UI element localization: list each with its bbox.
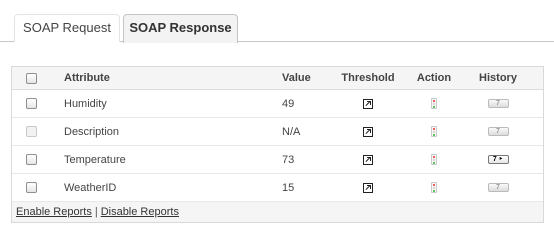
attribute-name: Temperature (64, 153, 126, 166)
header-value: Value (282, 72, 311, 84)
enable-reports-link[interactable]: Enable Reports (16, 206, 92, 218)
threshold-edit-icon[interactable] (363, 154, 373, 165)
table-header-row: Attribute Value Threshold Action History (12, 67, 543, 90)
attribute-value: N/A (282, 125, 301, 138)
row-checkbox[interactable] (26, 154, 37, 165)
row-checkbox (26, 126, 37, 137)
table-footer: Enable Reports | Disable Reports (12, 202, 543, 222)
attribute-value: 49 (282, 97, 295, 110)
attribute-name: WeatherID (64, 181, 117, 194)
attribute-value: 73 (282, 153, 295, 166)
attribute-value: 15 (282, 181, 295, 194)
header-threshold: Threshold (341, 72, 395, 84)
threshold-edit-icon[interactable] (363, 98, 373, 109)
header-attribute: Attribute (64, 72, 110, 84)
table-row: Description N/A 7 (12, 118, 543, 146)
traffic-light-icon[interactable] (431, 98, 437, 109)
attributes-table: Attribute Value Threshold Action History… (11, 66, 544, 223)
tab-soap-request[interactable]: SOAP Request (14, 14, 120, 42)
table-row: Temperature 73 7 ‣ (12, 146, 543, 174)
traffic-light-icon[interactable] (431, 126, 437, 137)
disable-reports-link[interactable]: Disable Reports (101, 206, 179, 218)
row-checkbox[interactable] (26, 182, 37, 193)
threshold-edit-icon[interactable] (363, 182, 373, 193)
header-action: Action (416, 72, 452, 84)
table-row: WeatherID 15 7 (12, 174, 543, 202)
history-chart-icon[interactable]: 7 ‣ (487, 155, 509, 164)
table-row: Humidity 49 7 (12, 90, 543, 118)
traffic-light-icon[interactable] (431, 182, 437, 193)
link-separator: | (94, 206, 98, 218)
attribute-name: Humidity (64, 97, 107, 110)
history-chart-icon[interactable]: 7 (487, 183, 509, 192)
attribute-name: Description (64, 125, 120, 138)
traffic-light-icon[interactable] (431, 154, 437, 165)
history-chart-icon[interactable]: 7 (487, 127, 509, 136)
tab-bar: SOAP Request SOAP Response (0, 0, 554, 43)
tab-soap-response[interactable]: SOAP Response (123, 14, 238, 43)
row-checkbox[interactable] (26, 98, 37, 109)
history-chart-icon[interactable]: 7 (487, 99, 509, 108)
threshold-edit-icon[interactable] (363, 126, 373, 137)
select-all-checkbox[interactable] (26, 72, 37, 84)
header-history: History (479, 72, 517, 84)
